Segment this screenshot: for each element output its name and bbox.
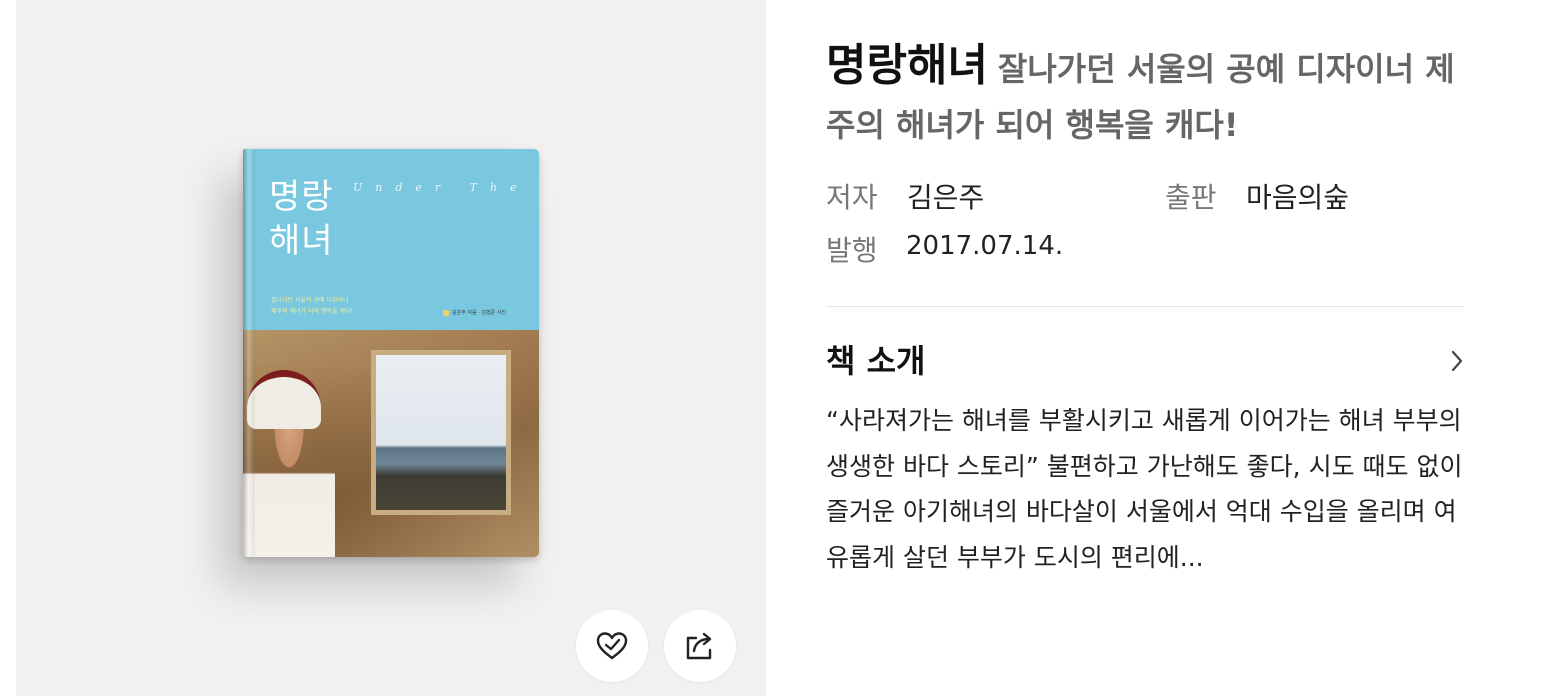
cover-author: 김은주 지음 · 김형준 사진 (443, 309, 506, 316)
book-intro-heading[interactable]: 책 소개 (826, 336, 925, 382)
cover-author-mark (443, 309, 449, 316)
publisher-label: 출판 (1165, 181, 1217, 214)
cover-photo (243, 330, 539, 557)
book-cover-image[interactable]: 명랑 해녀 Under The Sea 잘나가던 서울의 공예 디자이너 제주의… (243, 149, 539, 557)
section-divider (826, 306, 1464, 307)
book-title: 명랑해녀 (826, 40, 988, 91)
cover-window-sea-view (371, 350, 511, 515)
cover-english-title: Under The Sea (353, 181, 539, 194)
cover-title-line1: 명랑 (269, 177, 334, 217)
cover-subtitle-line1: 잘나가던 서울의 공예 디자이너 (271, 297, 349, 304)
date-label: 발행 (826, 234, 878, 267)
share-button[interactable] (664, 610, 736, 682)
publisher-value[interactable]: 마음의숲 (1246, 176, 1349, 216)
cover-subtitle: 잘나가던 서울의 공예 디자이너 제주의 해녀가 되어 행복을 캐다! (271, 295, 421, 317)
chevron-right-icon[interactable] (1448, 348, 1466, 374)
share-icon (686, 632, 712, 660)
book-cover-panel: 명랑 해녀 Under The Sea 잘나가던 서울의 공예 디자이너 제주의… (16, 0, 766, 696)
cover-top-section: 명랑 해녀 Under The Sea 잘나가던 서울의 공예 디자이너 제주의… (243, 149, 539, 330)
book-heading: 명랑해녀 잘나가던 서울의 공예 디자이너 제주의 해녀가 되어 행복을 캐다! (826, 38, 1466, 153)
date-value: 2017.07.14. (906, 231, 1064, 261)
cover-author-text: 김은주 지음 · 김형준 사진 (452, 310, 506, 316)
cover-subtitle-line2: 제주의 해녀가 되어 행복을 캐다! (271, 308, 353, 315)
like-button[interactable] (576, 610, 648, 682)
cover-title-line2: 해녀 (269, 221, 334, 261)
heart-check-icon (596, 632, 628, 660)
author-value[interactable]: 김은주 (907, 176, 984, 216)
author-label: 저자 (826, 181, 878, 214)
book-intro-text: “사라져가는 해녀를 부활시키고 새롭게 이어가는 해녀 부부의 생생한 바다 … (826, 406, 1463, 572)
book-spine (243, 149, 255, 557)
